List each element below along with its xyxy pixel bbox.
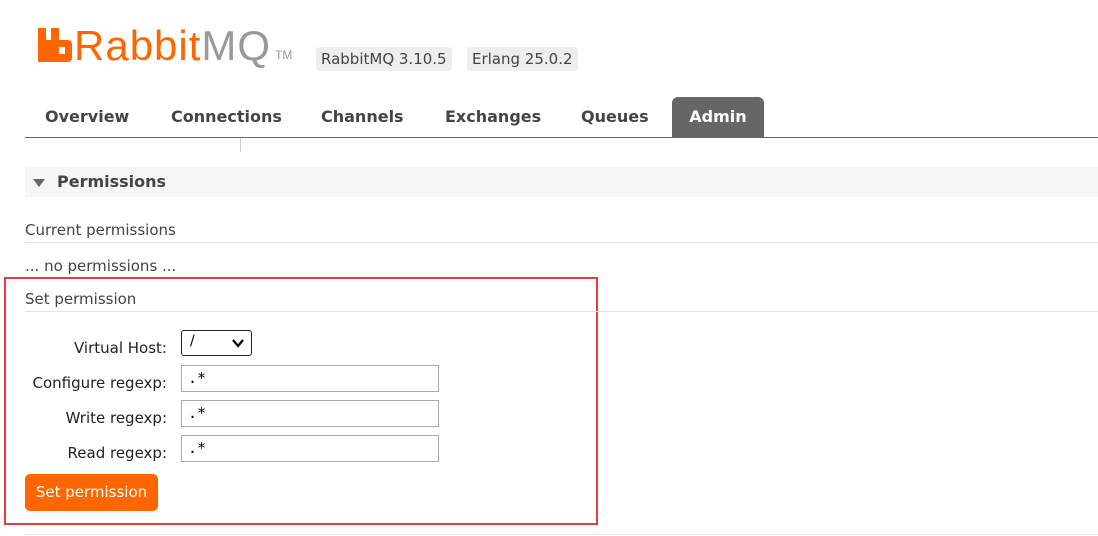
tab-overview[interactable]: Overview	[45, 97, 129, 137]
read-regexp-label: Read regexp:	[67, 444, 167, 462]
set-permission-heading: Set permission	[25, 290, 1098, 312]
write-regexp-label: Write regexp:	[65, 409, 167, 427]
tab-queues[interactable]: Queues	[581, 97, 649, 137]
permissions-section-toggle[interactable]: Permissions	[25, 167, 1098, 197]
no-permissions-text: ... no permissions ...	[25, 257, 177, 275]
tab-channels[interactable]: Channels	[321, 97, 404, 137]
rabbitmq-logo-icon	[38, 28, 72, 62]
main-nav-tabs: Overview Connections Channels Exchanges …	[25, 97, 1098, 138]
divider	[240, 138, 241, 152]
tab-connections[interactable]: Connections	[171, 97, 282, 137]
section-title: Permissions	[57, 172, 167, 191]
divider	[25, 534, 1098, 535]
configure-regexp-input[interactable]: .*	[181, 365, 439, 392]
configure-regexp-label: Configure regexp:	[32, 374, 167, 392]
logo-trademark: TM	[275, 48, 293, 62]
set-permission-button[interactable]: Set permission	[25, 474, 158, 511]
erlang-version-badge: Erlang 25.0.2	[467, 47, 578, 71]
logo-wordmark: RabbitMQ	[74, 22, 272, 69]
virtual-host-select[interactable]: /	[181, 330, 252, 356]
collapse-triangle-icon	[33, 179, 45, 187]
tab-admin[interactable]: Admin	[672, 97, 764, 137]
rabbitmq-logo: RabbitMQ TM	[38, 22, 293, 69]
tab-exchanges[interactable]: Exchanges	[445, 97, 541, 137]
current-permissions-heading: Current permissions	[25, 221, 1098, 243]
rabbitmq-version-badge: RabbitMQ 3.10.5	[316, 47, 452, 71]
chevron-down-icon	[232, 339, 244, 348]
virtual-host-label: Virtual Host:	[74, 339, 167, 357]
virtual-host-value: /	[190, 333, 195, 349]
read-regexp-input[interactable]: .*	[181, 435, 439, 462]
write-regexp-input[interactable]: .*	[181, 400, 439, 427]
